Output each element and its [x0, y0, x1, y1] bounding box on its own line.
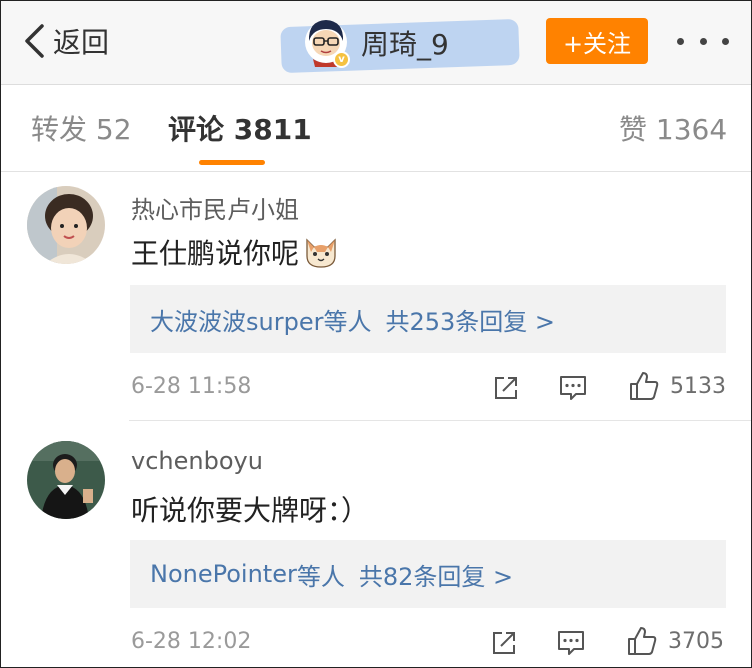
- comment-username[interactable]: 热心市民卢小姐: [131, 190, 299, 225]
- verified-icon: v: [333, 51, 350, 68]
- comment-time: 6-28 12:02: [131, 629, 252, 654]
- reply-suffix: 等人: [323, 307, 372, 336]
- reply-summary[interactable]: 大波波波surper 等人 共253条回复 >: [130, 285, 726, 353]
- follow-button[interactable]: +关注: [546, 18, 648, 64]
- like-icon[interactable]: [626, 625, 658, 657]
- comment-text: 听说你要大牌呀：）: [131, 489, 369, 529]
- reply-count: 共82条回复 >: [358, 562, 514, 591]
- nav-bar: 返回 v 周琦_9 +关注: [1, 1, 751, 85]
- reply-count: 共253条回复 >: [385, 307, 555, 336]
- active-tab-indicator: [199, 160, 265, 165]
- page-title: 周琦_9: [361, 28, 449, 61]
- reply-suffix: 等人: [296, 562, 345, 591]
- comment-icon[interactable]: [556, 629, 586, 657]
- comment-item: vchenboyu 听说你要大牌呀：） NonePointer 等人 共82条回复 …: [1, 427, 751, 668]
- share-icon[interactable]: [492, 374, 520, 402]
- reply-summary[interactable]: NonePointer 等人 共82条回复 >: [130, 540, 726, 608]
- comment-divider: [129, 420, 751, 421]
- tab-bar: 转发 52 评论 3811 赞 1364: [1, 86, 751, 172]
- comment-item: 热心市民卢小姐 王仕鹏说你呢 大波波波surper 等人 共253条回复 > 6-2…: [1, 172, 751, 422]
- comment-icon[interactable]: [558, 374, 588, 402]
- comment-text-content: 王仕鹏说你呢: [131, 237, 300, 270]
- reply-users: NonePointer: [150, 560, 297, 588]
- page-title-area[interactable]: v 周琦_9: [280, 9, 520, 75]
- like-icon[interactable]: [628, 370, 660, 402]
- reply-users: 大波波波surper: [150, 307, 324, 336]
- comment-time: 6-28 11:58: [131, 374, 252, 399]
- comment-username[interactable]: vchenboyu: [131, 447, 263, 475]
- more-icon[interactable]: [677, 31, 729, 51]
- tab-reposts[interactable]: 转发 52: [31, 108, 132, 148]
- comment-text: 王仕鹏说你呢: [131, 232, 339, 272]
- comment-text-content: 听说你要大牌呀：）: [131, 494, 370, 527]
- cat-emoji-icon: [306, 238, 336, 268]
- chevron-left-icon: [25, 24, 44, 58]
- back-button[interactable]: 返回: [23, 21, 109, 61]
- back-label: 返回: [53, 26, 110, 59]
- tab-likes[interactable]: 赞 1364: [619, 108, 727, 148]
- like-count: 5133: [670, 374, 726, 399]
- avatar[interactable]: [27, 186, 105, 264]
- share-icon[interactable]: [490, 629, 518, 657]
- tab-comments[interactable]: 评论 3811: [168, 108, 312, 148]
- avatar[interactable]: [27, 441, 105, 519]
- like-count: 3705: [668, 629, 724, 654]
